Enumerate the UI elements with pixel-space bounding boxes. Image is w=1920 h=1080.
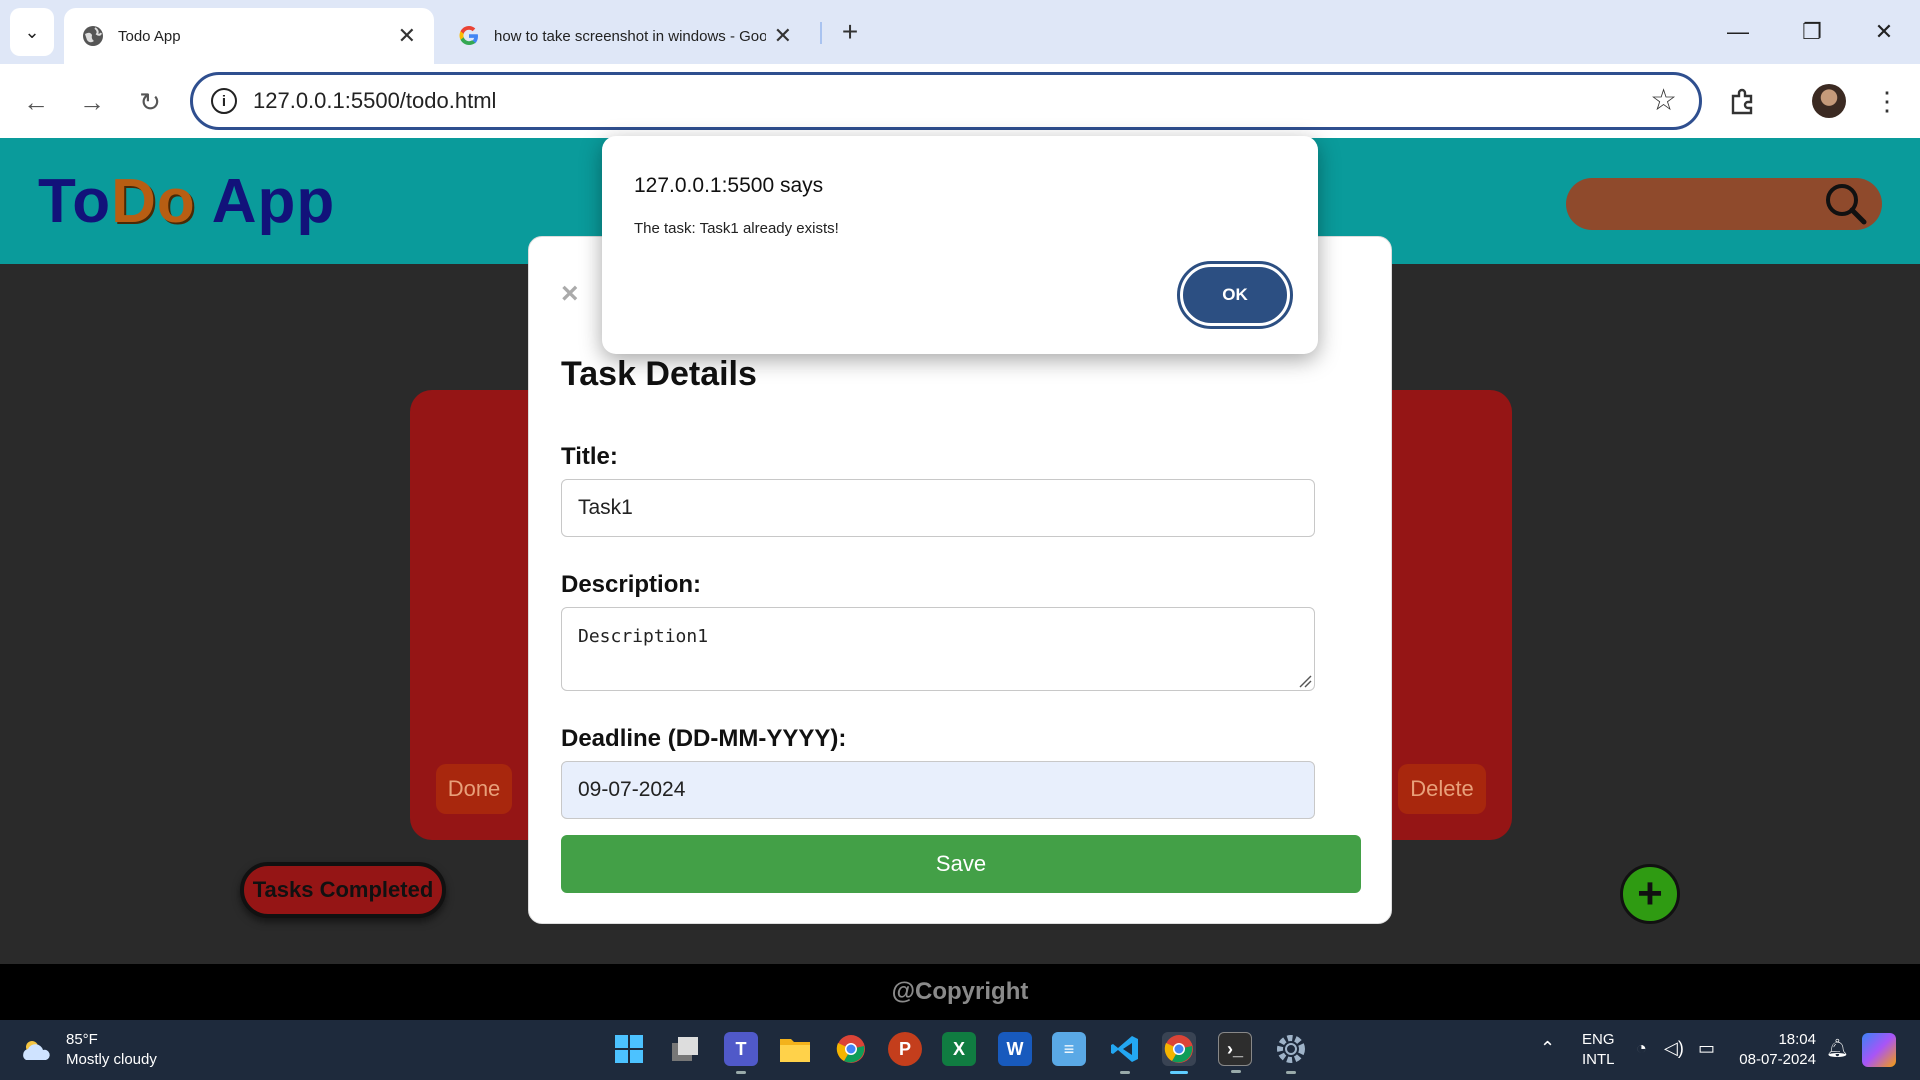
copilot-icon[interactable] — [1862, 1033, 1896, 1067]
delete-button[interactable]: Delete — [1398, 764, 1486, 814]
new-tab-button[interactable]: + — [832, 14, 868, 50]
lang-bottom: INTL — [1582, 1051, 1615, 1068]
chrome-icon[interactable] — [834, 1032, 868, 1066]
google-icon — [458, 25, 480, 47]
app-logo: ToDo App — [38, 166, 335, 237]
modal-title: Task Details — [561, 355, 757, 393]
tab-todo-app[interactable]: Todo App ✕ — [64, 8, 434, 64]
profile-avatar[interactable] — [1812, 84, 1846, 118]
close-window-button[interactable]: ✕ — [1854, 14, 1914, 50]
chevron-down-icon: ⌄ — [24, 21, 40, 42]
title-input-value: Task1 — [578, 496, 633, 519]
close-tab-icon[interactable]: ✕ — [398, 23, 416, 49]
arrow-left-icon: ← — [23, 86, 49, 117]
chevron-up-icon[interactable]: ⌃ — [1540, 1038, 1555, 1058]
search-icon[interactable] — [1822, 180, 1870, 228]
close-tab-icon[interactable]: ✕ — [774, 23, 792, 49]
app-footer: @Copyright — [0, 964, 1920, 1020]
file-explorer-icon[interactable] — [778, 1032, 812, 1066]
done-button[interactable]: Done — [436, 764, 512, 814]
extensions-button[interactable] — [1722, 80, 1764, 122]
plus-icon: + — [841, 16, 859, 47]
chrome-profile-icon[interactable] — [1162, 1032, 1196, 1074]
weather-desc: Mostly cloudy — [66, 1051, 157, 1068]
browser-tab-strip: ⌄ Todo App ✕ how to take screenshot in w… — [0, 0, 1920, 64]
title-label: Title: — [561, 443, 618, 470]
powerpoint-icon[interactable]: P — [888, 1032, 922, 1066]
vscode-icon[interactable] — [1108, 1032, 1142, 1074]
alert-dialog: 127.0.0.1:5500 says The task: Task1 alre… — [602, 136, 1318, 354]
restore-button[interactable]: ❐ — [1782, 14, 1842, 50]
title-input[interactable]: Task1 — [561, 479, 1315, 537]
logo-to: To — [38, 167, 112, 236]
more-vert-icon: ⋮ — [1874, 85, 1900, 116]
description-label: Description: — [561, 571, 702, 598]
puzzle-icon — [1731, 88, 1753, 115]
description-value: Description1 — [578, 626, 709, 647]
tab-title: Todo App — [118, 27, 181, 45]
logo-do: Do — [111, 167, 196, 236]
deadline-value: 09-07-2024 — [578, 778, 686, 801]
alert-ok-button[interactable]: OK — [1177, 261, 1293, 329]
language-indicator[interactable]: ENG INTL — [1582, 1030, 1615, 1070]
alert-title: 127.0.0.1:5500 says — [634, 174, 824, 197]
back-button[interactable]: ← — [16, 82, 56, 122]
excel-icon[interactable]: X — [942, 1032, 976, 1066]
settings-icon[interactable] — [1274, 1032, 1308, 1074]
clock-time: 18:04 — [1778, 1031, 1816, 1048]
terminal-icon[interactable]: ›_ — [1218, 1032, 1252, 1073]
menu-button[interactable]: ⋮ — [1866, 80, 1908, 122]
notepad-icon[interactable]: ≡ — [1052, 1032, 1086, 1066]
start-icon[interactable] — [612, 1032, 646, 1066]
lang-top: ENG — [1582, 1031, 1615, 1048]
windows-taskbar: 85°F Mostly cloudy T P X W ≡ ›_ ⌃ ENG IN… — [0, 1020, 1920, 1080]
deadline-input[interactable]: 09-07-2024 — [561, 761, 1315, 819]
cloud-icon — [23, 1041, 50, 1060]
minimize-button[interactable]: — — [1708, 14, 1768, 50]
search-input[interactable] — [1566, 178, 1882, 230]
tab-title: how to take screenshot in windows - Goo — [494, 27, 766, 45]
modal-close-icon[interactable]: × — [561, 277, 579, 311]
add-task-button[interactable]: + — [1620, 864, 1680, 924]
minimize-icon: — — [1727, 19, 1749, 44]
forward-button[interactable]: → — [72, 82, 112, 122]
battery-icon[interactable]: ▭ — [1698, 1038, 1715, 1058]
reload-button[interactable]: ↻ — [130, 82, 170, 122]
volume-icon[interactable]: ◁) — [1664, 1038, 1684, 1058]
bookmark-star-icon[interactable]: ☆ — [1650, 83, 1677, 118]
resize-grip-icon[interactable] — [1298, 674, 1312, 688]
save-button[interactable]: Save — [561, 835, 1361, 893]
browser-toolbar: ← → ↻ i 127.0.0.1:5500/todo.html ☆ ⋮ — [0, 64, 1920, 138]
address-bar[interactable]: i 127.0.0.1:5500/todo.html ☆ — [190, 72, 1702, 130]
tab-separator — [820, 22, 822, 44]
description-textarea[interactable]: Description1 — [561, 607, 1315, 691]
alert-message: The task: Task1 already exists! — [634, 220, 839, 237]
task-view-icon[interactable] — [668, 1032, 702, 1066]
clock[interactable]: 18:04 08-07-2024 — [1736, 1030, 1816, 1070]
notification-bell-icon[interactable]: 🔔︎ — [1826, 1038, 1849, 1058]
site-info-icon[interactable]: i — [211, 88, 237, 114]
close-icon: ✕ — [1874, 19, 1894, 44]
tasks-completed-button[interactable]: Tasks Completed — [240, 862, 446, 918]
teams-icon[interactable]: T — [724, 1032, 758, 1074]
wifi-icon[interactable]: ◔ — [1636, 1038, 1647, 1058]
tab-google-search[interactable]: how to take screenshot in windows - Goo … — [440, 8, 810, 64]
globe-icon — [82, 25, 104, 47]
restore-icon: ❐ — [1802, 19, 1822, 44]
deadline-label: Deadline (DD-MM-YYYY): — [561, 725, 847, 752]
logo-app: App — [195, 167, 336, 236]
weather-widget[interactable]: 85°F Mostly cloudy — [20, 1030, 157, 1070]
arrow-right-icon: → — [79, 86, 105, 117]
word-icon[interactable]: W — [998, 1032, 1032, 1066]
clock-date: 08-07-2024 — [1739, 1051, 1816, 1068]
tab-search-button[interactable]: ⌄ — [10, 8, 54, 56]
url-text: 127.0.0.1:5500/todo.html — [253, 88, 497, 113]
weather-temp: 85°F — [66, 1031, 98, 1048]
reload-icon: ↻ — [139, 86, 161, 117]
